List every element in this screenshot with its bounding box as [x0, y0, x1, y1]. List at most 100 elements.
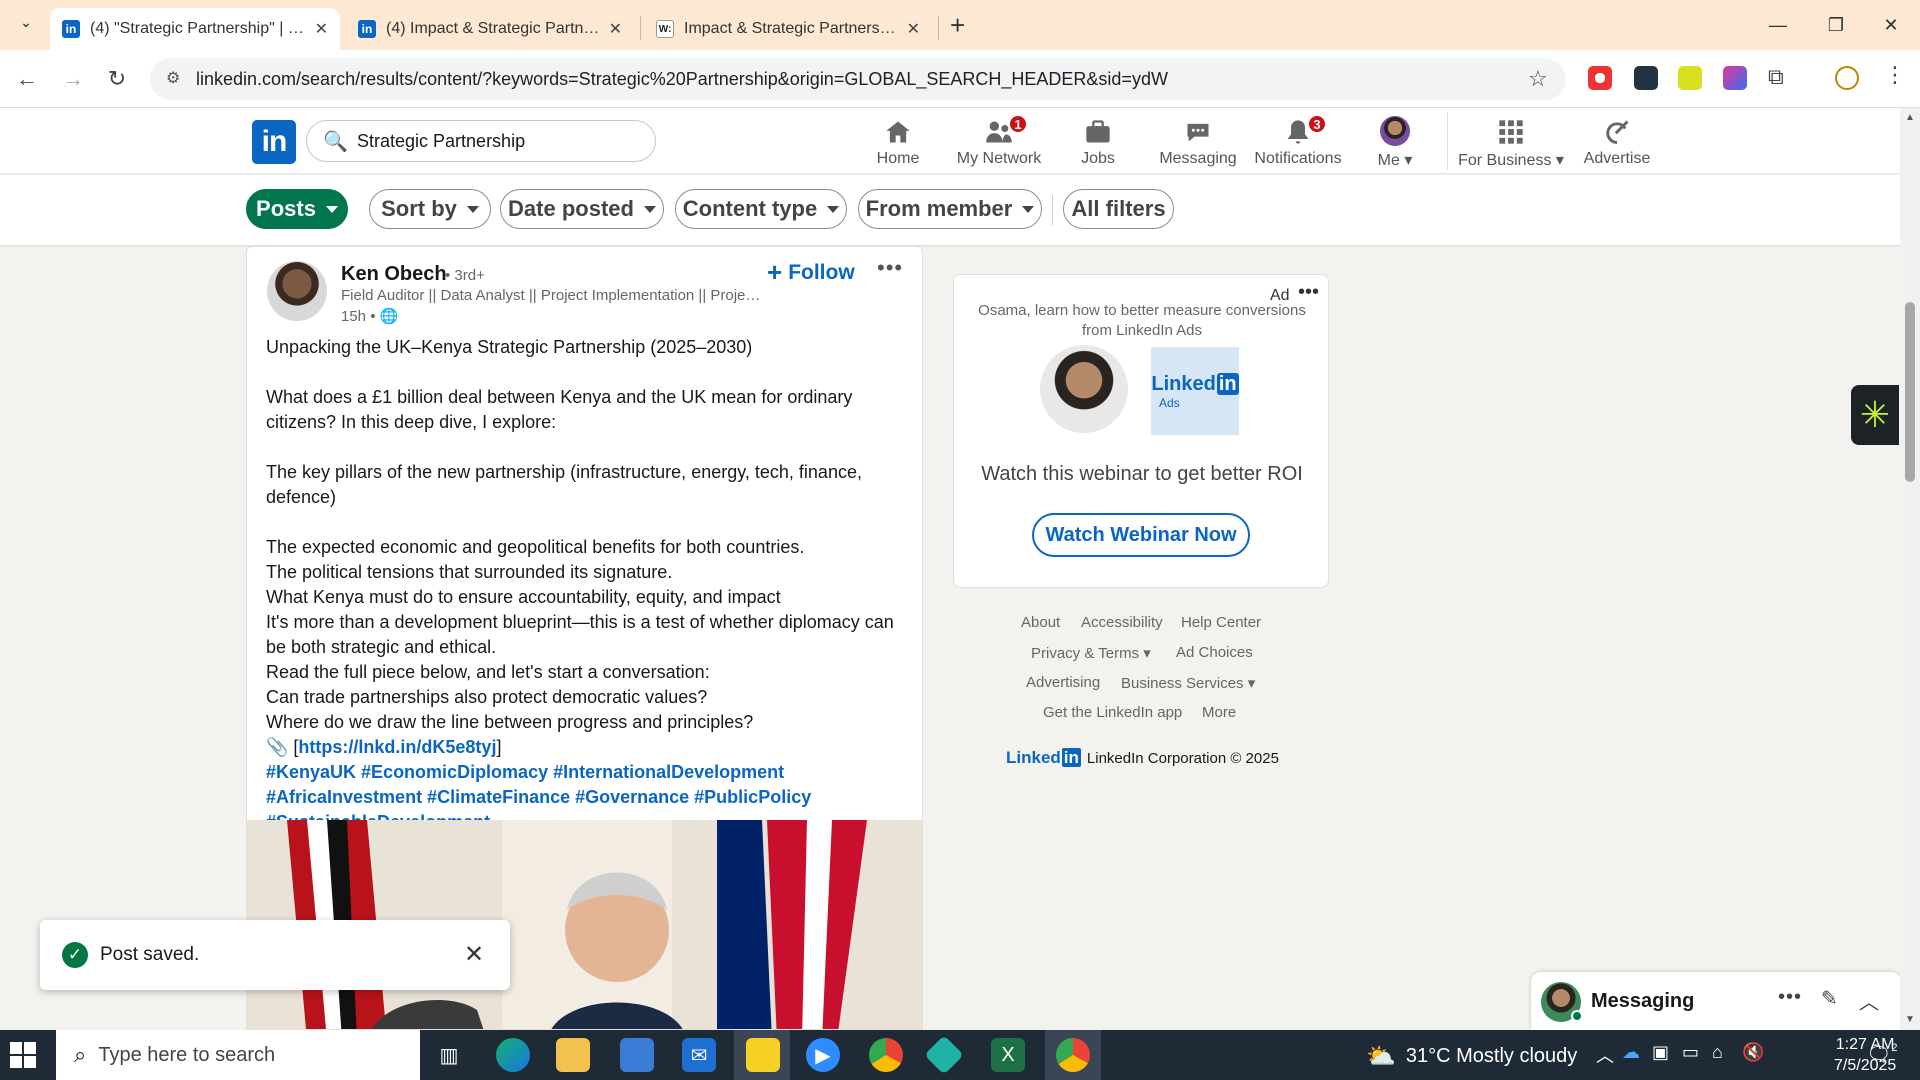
- compose-icon[interactable]: ✎: [1821, 986, 1838, 1011]
- chrome-profile-icon[interactable]: [1056, 1038, 1090, 1072]
- footer-about-link[interactable]: About: [1021, 614, 1060, 631]
- windows-start-icon[interactable]: [10, 1042, 36, 1068]
- extension-star-icon[interactable]: [1678, 66, 1702, 90]
- file-explorer-icon[interactable]: [556, 1038, 590, 1072]
- close-tab-icon[interactable]: ✕: [315, 19, 328, 39]
- linkedin-header: in 🔍 Home 1 My Network Jobs Messaging 3: [0, 108, 1900, 174]
- tab-linkedin-search[interactable]: in (4) "Strategic Partnership" | Search …: [50, 8, 340, 50]
- search-box[interactable]: 🔍: [306, 120, 656, 162]
- floating-assistant-icon[interactable]: ✳: [1851, 385, 1899, 445]
- taskbar-search[interactable]: ⌕ Type here to search: [56, 1030, 420, 1080]
- extension-folder-icon[interactable]: [1634, 66, 1658, 90]
- post-time: 15h • 🌐: [341, 308, 399, 325]
- tab-linkedin-impact[interactable]: in (4) Impact & Strategic Partnerships ✕: [346, 8, 634, 50]
- nav-home[interactable]: Home: [872, 112, 924, 174]
- browser-menu-icon[interactable]: ⋮: [1884, 62, 1906, 88]
- footer-more-link[interactable]: More: [1202, 704, 1236, 721]
- meet-icon[interactable]: ▣: [1652, 1042, 1669, 1063]
- notifications-badge: 3: [1307, 114, 1327, 134]
- zoom-icon[interactable]: ▶: [806, 1038, 840, 1072]
- edge-icon[interactable]: [496, 1038, 530, 1072]
- grid-icon: [1497, 112, 1525, 146]
- post-more-options-icon[interactable]: •••: [877, 255, 903, 281]
- scrollbar-thumb[interactable]: [1905, 302, 1915, 482]
- bookmark-star-icon[interactable]: ☆: [1528, 66, 1548, 92]
- globe-icon: 🌐: [379, 308, 399, 325]
- minimize-button[interactable]: —: [1749, 0, 1807, 50]
- scroll-up-arrow-icon[interactable]: ▲: [1905, 112, 1915, 123]
- advertise-icon: [1603, 112, 1631, 146]
- tab-impact-word[interactable]: W: Impact & Strategic Partnerships ✕: [644, 8, 932, 50]
- footer-business-link[interactable]: Business Services ▾: [1121, 674, 1255, 692]
- reload-button[interactable]: ↻: [100, 62, 134, 96]
- author-avatar[interactable]: [267, 261, 327, 321]
- new-tab-button[interactable]: +: [950, 10, 965, 41]
- nav-my-network[interactable]: 1 My Network: [954, 112, 1044, 174]
- notification-center-icon[interactable]: 🗨2: [1866, 1042, 1898, 1067]
- chrome-icon[interactable]: [869, 1038, 903, 1072]
- nav-advertise[interactable]: Advertise: [1582, 112, 1652, 174]
- forward-button[interactable]: →: [56, 62, 90, 96]
- store-icon[interactable]: [620, 1038, 654, 1072]
- battery-icon[interactable]: ▭: [1682, 1042, 1699, 1063]
- extension-camera-icon[interactable]: [1723, 66, 1747, 90]
- check-icon: ✓: [62, 942, 88, 968]
- filter-from-member[interactable]: From member: [858, 189, 1042, 229]
- close-window-button[interactable]: ✕: [1862, 0, 1920, 50]
- extension-pokeball-icon[interactable]: [1588, 66, 1612, 90]
- filter-all-filters[interactable]: All filters: [1063, 189, 1174, 229]
- close-tab-icon[interactable]: ✕: [609, 19, 622, 39]
- mail-icon[interactable]: ✉: [682, 1038, 716, 1072]
- sticky-notes-icon[interactable]: [746, 1038, 780, 1072]
- extensions-puzzle-icon[interactable]: ⧉: [1768, 64, 1784, 90]
- chevron-up-icon[interactable]: ︿: [1596, 1042, 1614, 1068]
- filter-sort-by[interactable]: Sort by: [369, 189, 491, 229]
- post-line: What does a £1 billion deal between Keny…: [266, 387, 853, 432]
- footer-help-link[interactable]: Help Center: [1181, 614, 1261, 631]
- footer-app-link[interactable]: Get the LinkedIn app: [1043, 704, 1182, 721]
- post-link[interactable]: https://lnkd.in/dK5e8tyj: [298, 737, 496, 757]
- url-text: linkedin.com/search/results/content/?key…: [196, 69, 1168, 89]
- profile-icon[interactable]: [1835, 66, 1859, 90]
- volume-icon[interactable]: 🔇: [1742, 1042, 1764, 1063]
- filter-date-posted[interactable]: Date posted: [500, 189, 664, 229]
- back-button[interactable]: ←: [10, 62, 44, 96]
- nav-notifications[interactable]: 3 Notifications: [1254, 112, 1342, 174]
- linkedin-logo[interactable]: in: [252, 120, 296, 164]
- filter-content-type[interactable]: Content type: [675, 189, 847, 229]
- scroll-down-arrow-icon[interactable]: ▼: [1905, 1014, 1915, 1025]
- tab-search-button[interactable]: ⌄: [12, 14, 40, 38]
- post-line: The expected economic and geopolitical b…: [266, 537, 805, 557]
- footer-adchoices-link[interactable]: Ad Choices: [1176, 644, 1253, 661]
- chevron-up-icon[interactable]: ︿: [1859, 986, 1879, 1015]
- network-icon[interactable]: ⌂: [1712, 1042, 1723, 1063]
- page-scrollbar[interactable]: ▲ ▼: [1900, 108, 1920, 1030]
- messaging-overlay[interactable]: Messaging ••• ✎ ︿: [1531, 972, 1901, 1030]
- footer-advertising-link[interactable]: Advertising: [1026, 674, 1100, 691]
- windows-taskbar: ⌕ Type here to search ▥ ✉ ▶ X ⛅ 31°C Mos…: [0, 1030, 1920, 1080]
- excel-icon[interactable]: X: [991, 1038, 1025, 1072]
- online-status-icon: [1571, 1010, 1583, 1022]
- nav-me[interactable]: Me ▾: [1372, 112, 1418, 174]
- watch-webinar-button[interactable]: Watch Webinar Now: [1032, 513, 1250, 557]
- author-name[interactable]: Ken Obech: [341, 263, 447, 286]
- nav-jobs[interactable]: Jobs: [1078, 112, 1118, 174]
- more-options-icon[interactable]: •••: [1778, 986, 1802, 1009]
- filter-posts[interactable]: Posts: [246, 189, 348, 229]
- site-info-icon[interactable]: ⚙: [166, 68, 180, 88]
- search-input[interactable]: [357, 129, 637, 153]
- close-tab-icon[interactable]: ✕: [907, 19, 920, 39]
- vpn-icon[interactable]: [924, 1035, 964, 1075]
- onedrive-icon[interactable]: ☁: [1622, 1042, 1640, 1063]
- nav-messaging[interactable]: Messaging: [1159, 112, 1237, 174]
- footer-privacy-link[interactable]: Privacy & Terms ▾: [1031, 644, 1151, 662]
- close-icon[interactable]: ✕: [464, 940, 484, 969]
- restore-button[interactable]: ❐: [1807, 0, 1865, 50]
- footer-accessibility-link[interactable]: Accessibility: [1081, 614, 1163, 631]
- address-bar[interactable]: ⚙ linkedin.com/search/results/content/?k…: [150, 58, 1566, 100]
- nav-for-business[interactable]: For Business ▾: [1458, 112, 1564, 174]
- task-view-icon[interactable]: ▥: [432, 1038, 466, 1072]
- follow-button[interactable]: + Follow: [767, 257, 855, 288]
- tab-separator: [640, 16, 641, 40]
- weather-widget[interactable]: ⛅ 31°C Mostly cloudy: [1366, 1042, 1577, 1071]
